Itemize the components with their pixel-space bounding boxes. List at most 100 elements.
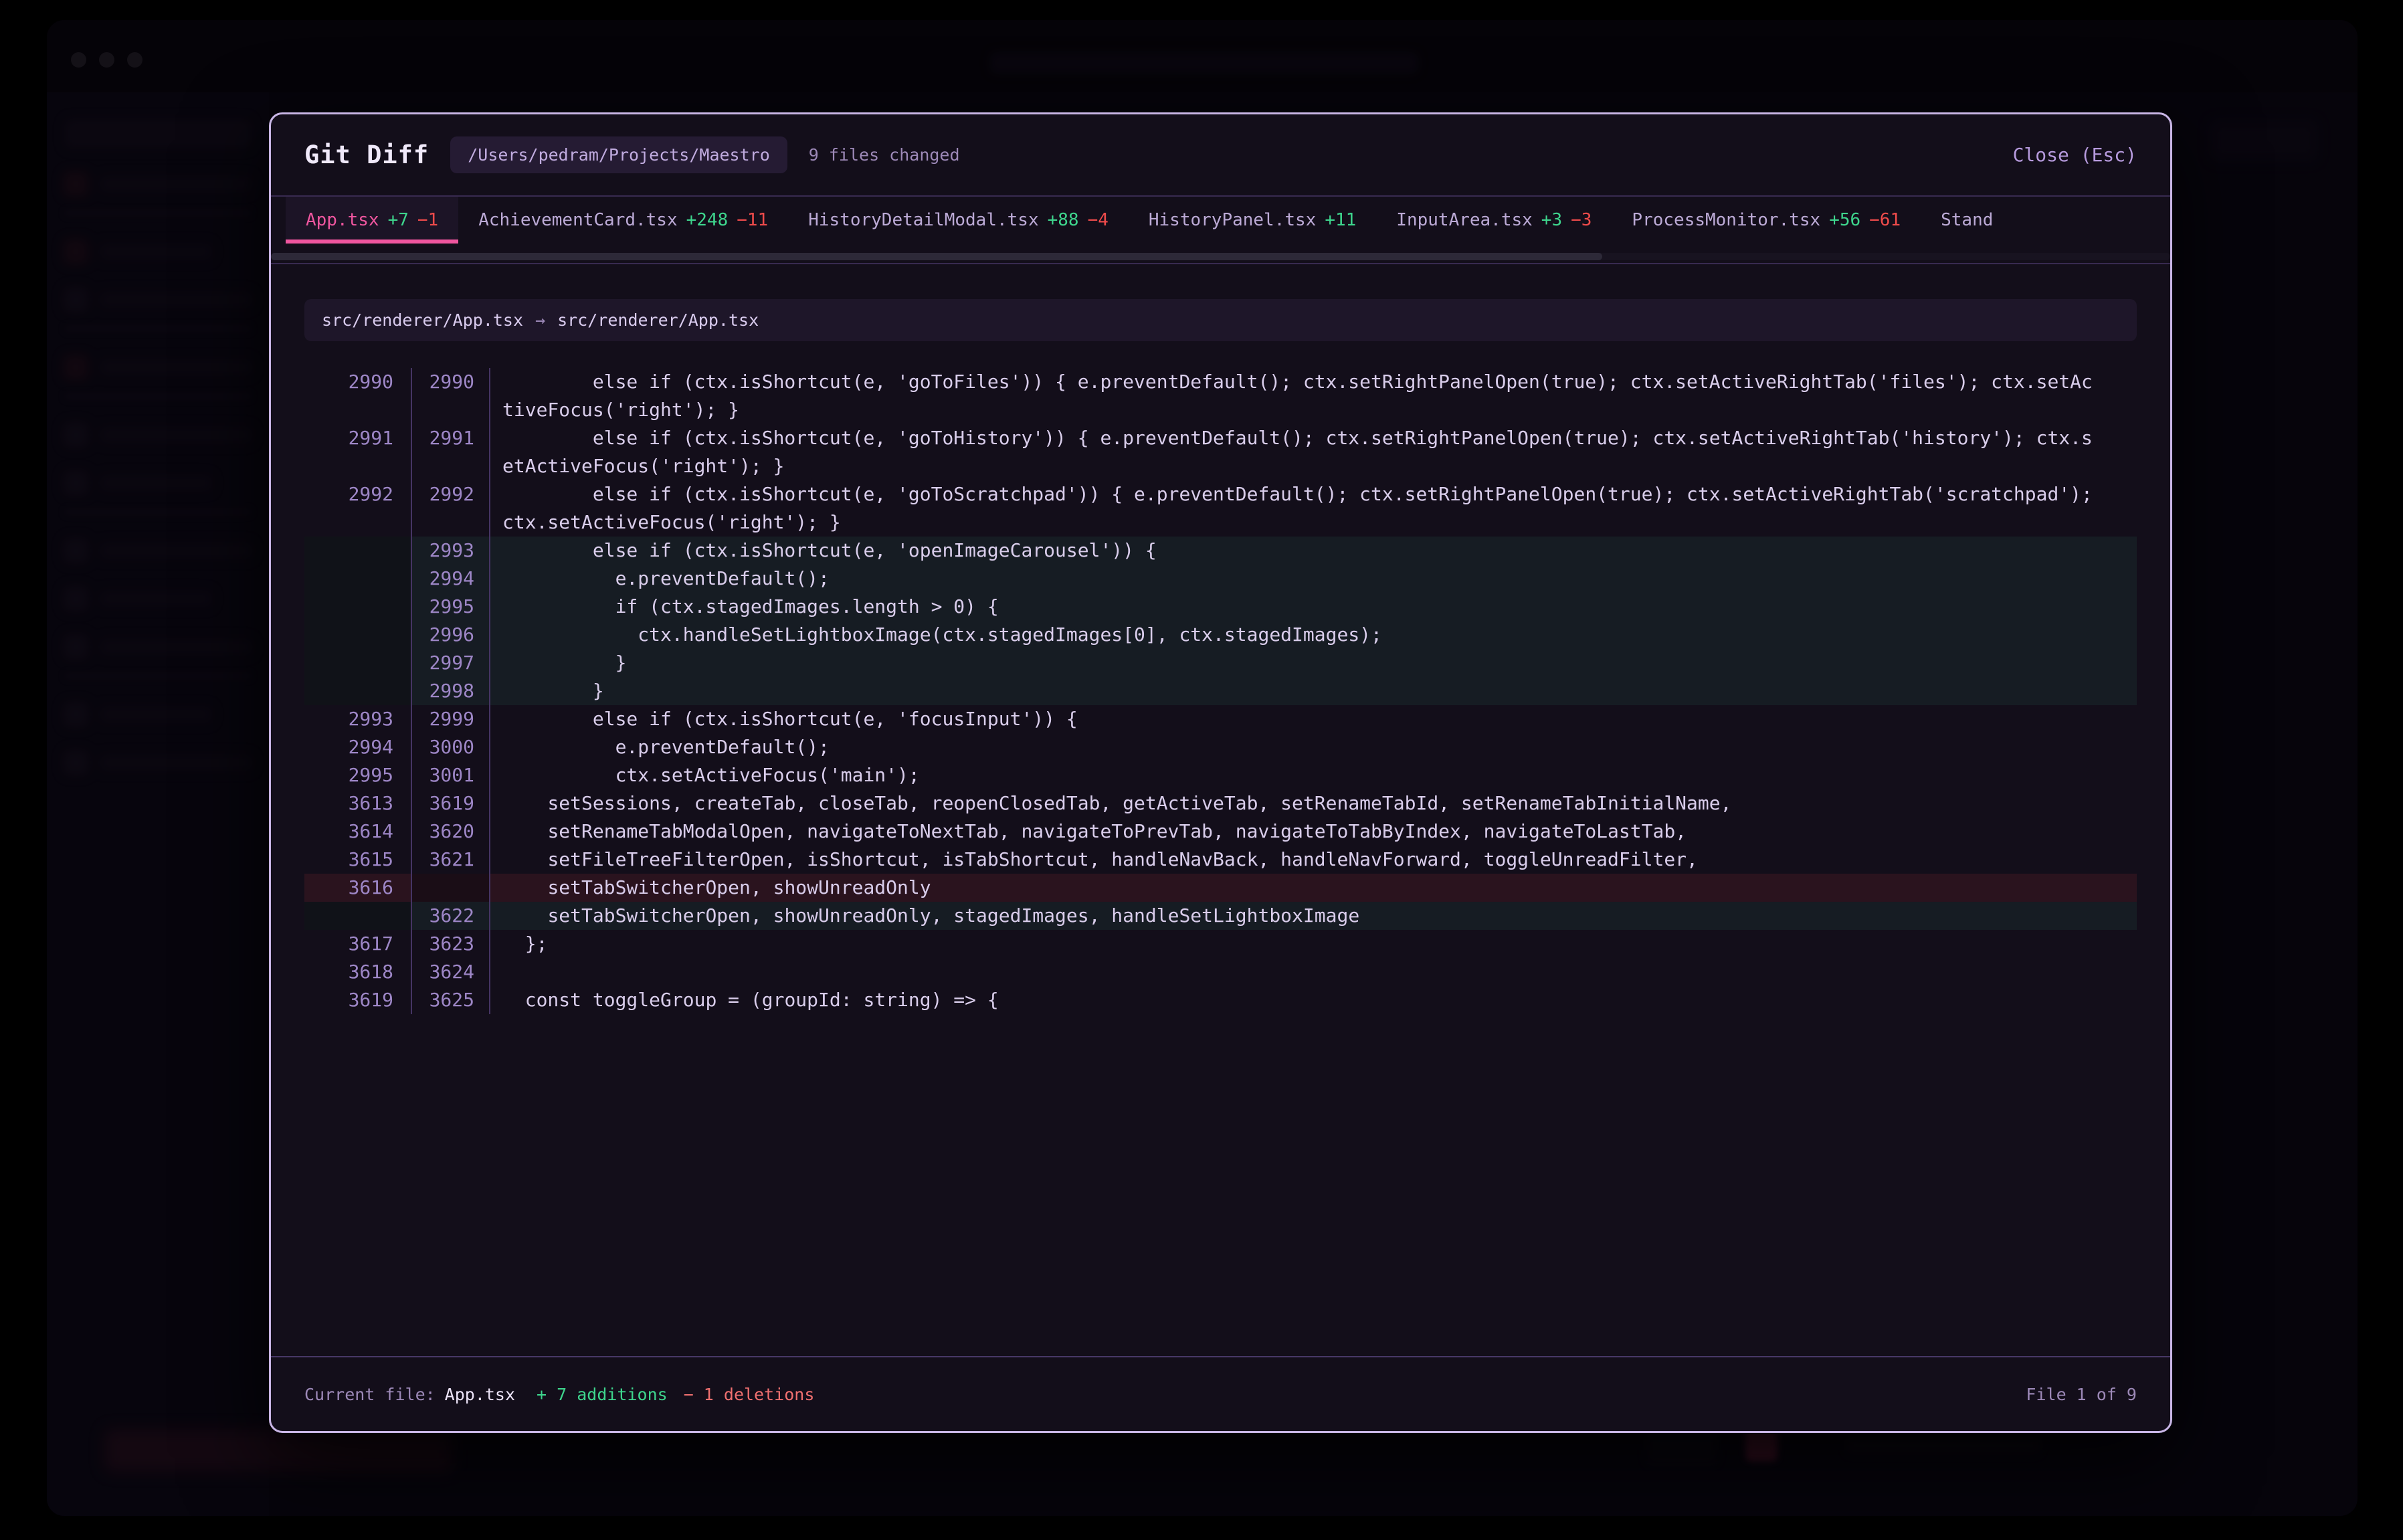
tab-filename: HistoryPanel.tsx — [1149, 210, 1316, 230]
old-line-number: 3617 — [304, 930, 412, 958]
diff-file-tab[interactable]: InputArea.tsx +3 −3 — [1376, 197, 1612, 244]
tab-filename: InputArea.tsx — [1396, 210, 1533, 230]
old-line-number: 2995 — [304, 761, 412, 789]
current-file-name: App.tsx — [445, 1385, 515, 1404]
diff-code-text: setSessions, createTab, closeTab, reopen… — [490, 789, 2137, 817]
tab-additions: +3 — [1541, 210, 1562, 230]
diff-file-tab[interactable]: Stand — [1921, 197, 2013, 244]
old-line-number: 3616 — [304, 874, 412, 902]
tab-additions: +56 — [1829, 210, 1860, 230]
current-file-label: Current file: — [304, 1385, 436, 1404]
file-path-from: src/renderer/App.tsx — [322, 310, 523, 330]
tab-additions: +88 — [1048, 210, 1079, 230]
tab-deletions: −1 — [417, 210, 438, 230]
old-line-number — [304, 677, 412, 705]
new-line-number — [412, 874, 490, 902]
new-line-number: 2995 — [412, 593, 490, 621]
diff-row: 36153621 setFileTreeFilterOpen, isShortc… — [304, 846, 2137, 874]
diff-code-text: else if (ctx.isShortcut(e, 'goToHistory'… — [490, 424, 2137, 480]
new-line-number: 2998 — [412, 677, 490, 705]
modal-title: Git Diff — [304, 140, 429, 169]
diff-code-text: setTabSwitcherOpen, showUnreadOnly, stag… — [490, 902, 2137, 930]
old-line-number: 2991 — [304, 424, 412, 480]
diff-row: 36183624 — [304, 958, 2137, 986]
new-line-number: 2994 — [412, 565, 490, 593]
tab-deletions: −61 — [1869, 210, 1901, 230]
old-line-number — [304, 537, 412, 565]
file-path-to: src/renderer/App.tsx — [557, 310, 759, 330]
new-line-number: 3001 — [412, 761, 490, 789]
diff-code-text — [490, 958, 2137, 986]
diff-code-text: setRenameTabModalOpen, navigateToNextTab… — [490, 817, 2137, 846]
new-line-number: 3000 — [412, 733, 490, 761]
tab-additions: +7 — [388, 210, 409, 230]
diff-code-text: if (ctx.stagedImages.length > 0) { — [490, 593, 2137, 621]
close-button[interactable]: Close (Esc) — [2013, 144, 2137, 166]
old-line-number: 3618 — [304, 958, 412, 986]
new-line-number: 3619 — [412, 789, 490, 817]
diff-row: 2998 } — [304, 677, 2137, 705]
diff-row: 29932999 else if (ctx.isShortcut(e, 'foc… — [304, 705, 2137, 733]
diff-row: 2997 } — [304, 649, 2137, 677]
old-line-number: 3614 — [304, 817, 412, 846]
diff-file-tab[interactable]: App.tsx +7 −1 — [286, 197, 458, 244]
new-line-number: 3622 — [412, 902, 490, 930]
old-line-number: 2994 — [304, 733, 412, 761]
diff-row: 2994 e.preventDefault(); — [304, 565, 2137, 593]
old-line-number: 3615 — [304, 846, 412, 874]
tab-additions: +11 — [1325, 210, 1356, 230]
diff-code-text: } — [490, 677, 2137, 705]
git-diff-modal: Git Diff /Users/pedram/Projects/Maestro … — [269, 112, 2172, 1433]
new-line-number: 2997 — [412, 649, 490, 677]
diff-code-text: const toggleGroup = (groupId: string) =>… — [490, 986, 2137, 1014]
diff-row: 36193625 const toggleGroup = (groupId: s… — [304, 986, 2137, 1014]
tab-scrollbar-thumb[interactable] — [271, 253, 1602, 260]
tab-deletions: −4 — [1088, 210, 1109, 230]
diff-row: 36143620 setRenameTabModalOpen, navigate… — [304, 817, 2137, 846]
diff-file-tab[interactable]: AchievementCard.tsx+248−11 — [458, 197, 788, 244]
diff-row: 3616 setTabSwitcherOpen, showUnreadOnly — [304, 874, 2137, 902]
diff-file-tab[interactable]: HistoryPanel.tsx +11 — [1129, 197, 1376, 244]
diff-file-tab[interactable]: HistoryDetailModal.tsx +88 −4 — [788, 197, 1129, 244]
deletions-count: − 1 deletions — [684, 1385, 815, 1404]
old-line-number: 2992 — [304, 480, 412, 537]
old-line-number — [304, 902, 412, 930]
new-line-number: 2999 — [412, 705, 490, 733]
tab-filename: HistoryDetailModal.tsx — [808, 210, 1038, 230]
diff-content: src/renderer/App.tsx → src/renderer/App.… — [271, 264, 2170, 1356]
file-position-indicator: File 1 of 9 — [2026, 1385, 2137, 1404]
diff-code-text: ctx.handleSetLightboxImage(ctx.stagedIma… — [490, 621, 2137, 649]
tab-scrollbar[interactable] — [271, 253, 2170, 260]
diff-code-text: setFileTreeFilterOpen, isShortcut, isTab… — [490, 846, 2137, 874]
new-line-number: 3620 — [412, 817, 490, 846]
tab-deletions: −3 — [1571, 210, 1592, 230]
diff-code-text: e.preventDefault(); — [490, 733, 2137, 761]
diff-row: 2993 else if (ctx.isShortcut(e, 'openIma… — [304, 537, 2137, 565]
tab-filename: App.tsx — [306, 210, 379, 230]
new-line-number: 3623 — [412, 930, 490, 958]
diff-code-text: } — [490, 649, 2137, 677]
tab-filename: Stand — [1941, 210, 1993, 230]
diff-row: 29953001 ctx.setActiveFocus('main'); — [304, 761, 2137, 789]
diff-row: 29912991 else if (ctx.isShortcut(e, 'goT… — [304, 424, 2137, 480]
diff-code-text: else if (ctx.isShortcut(e, 'goToFiles'))… — [490, 368, 2137, 424]
old-line-number: 2990 — [304, 368, 412, 424]
new-line-number: 2991 — [412, 424, 490, 480]
new-line-number: 3624 — [412, 958, 490, 986]
diff-file-tab[interactable]: ProcessMonitor.tsx +56 −61 — [1612, 197, 1921, 244]
tab-additions: +248 — [686, 210, 729, 230]
old-line-number — [304, 565, 412, 593]
files-changed-count: 9 files changed — [809, 145, 960, 165]
diff-row: 29922992 else if (ctx.isShortcut(e, 'goT… — [304, 480, 2137, 537]
old-line-number: 3613 — [304, 789, 412, 817]
file-path-bar: src/renderer/App.tsx → src/renderer/App.… — [304, 299, 2137, 341]
tab-filename: ProcessMonitor.tsx — [1632, 210, 1820, 230]
diff-row: 29943000 e.preventDefault(); — [304, 733, 2137, 761]
diff-code-text: e.preventDefault(); — [490, 565, 2137, 593]
old-line-number — [304, 649, 412, 677]
diff-code-text: ctx.setActiveFocus('main'); — [490, 761, 2137, 789]
new-line-number: 2996 — [412, 621, 490, 649]
additions-count: + 7 additions — [537, 1385, 668, 1404]
repo-path-badge: /Users/pedram/Projects/Maestro — [450, 136, 787, 173]
new-line-number: 2992 — [412, 480, 490, 537]
